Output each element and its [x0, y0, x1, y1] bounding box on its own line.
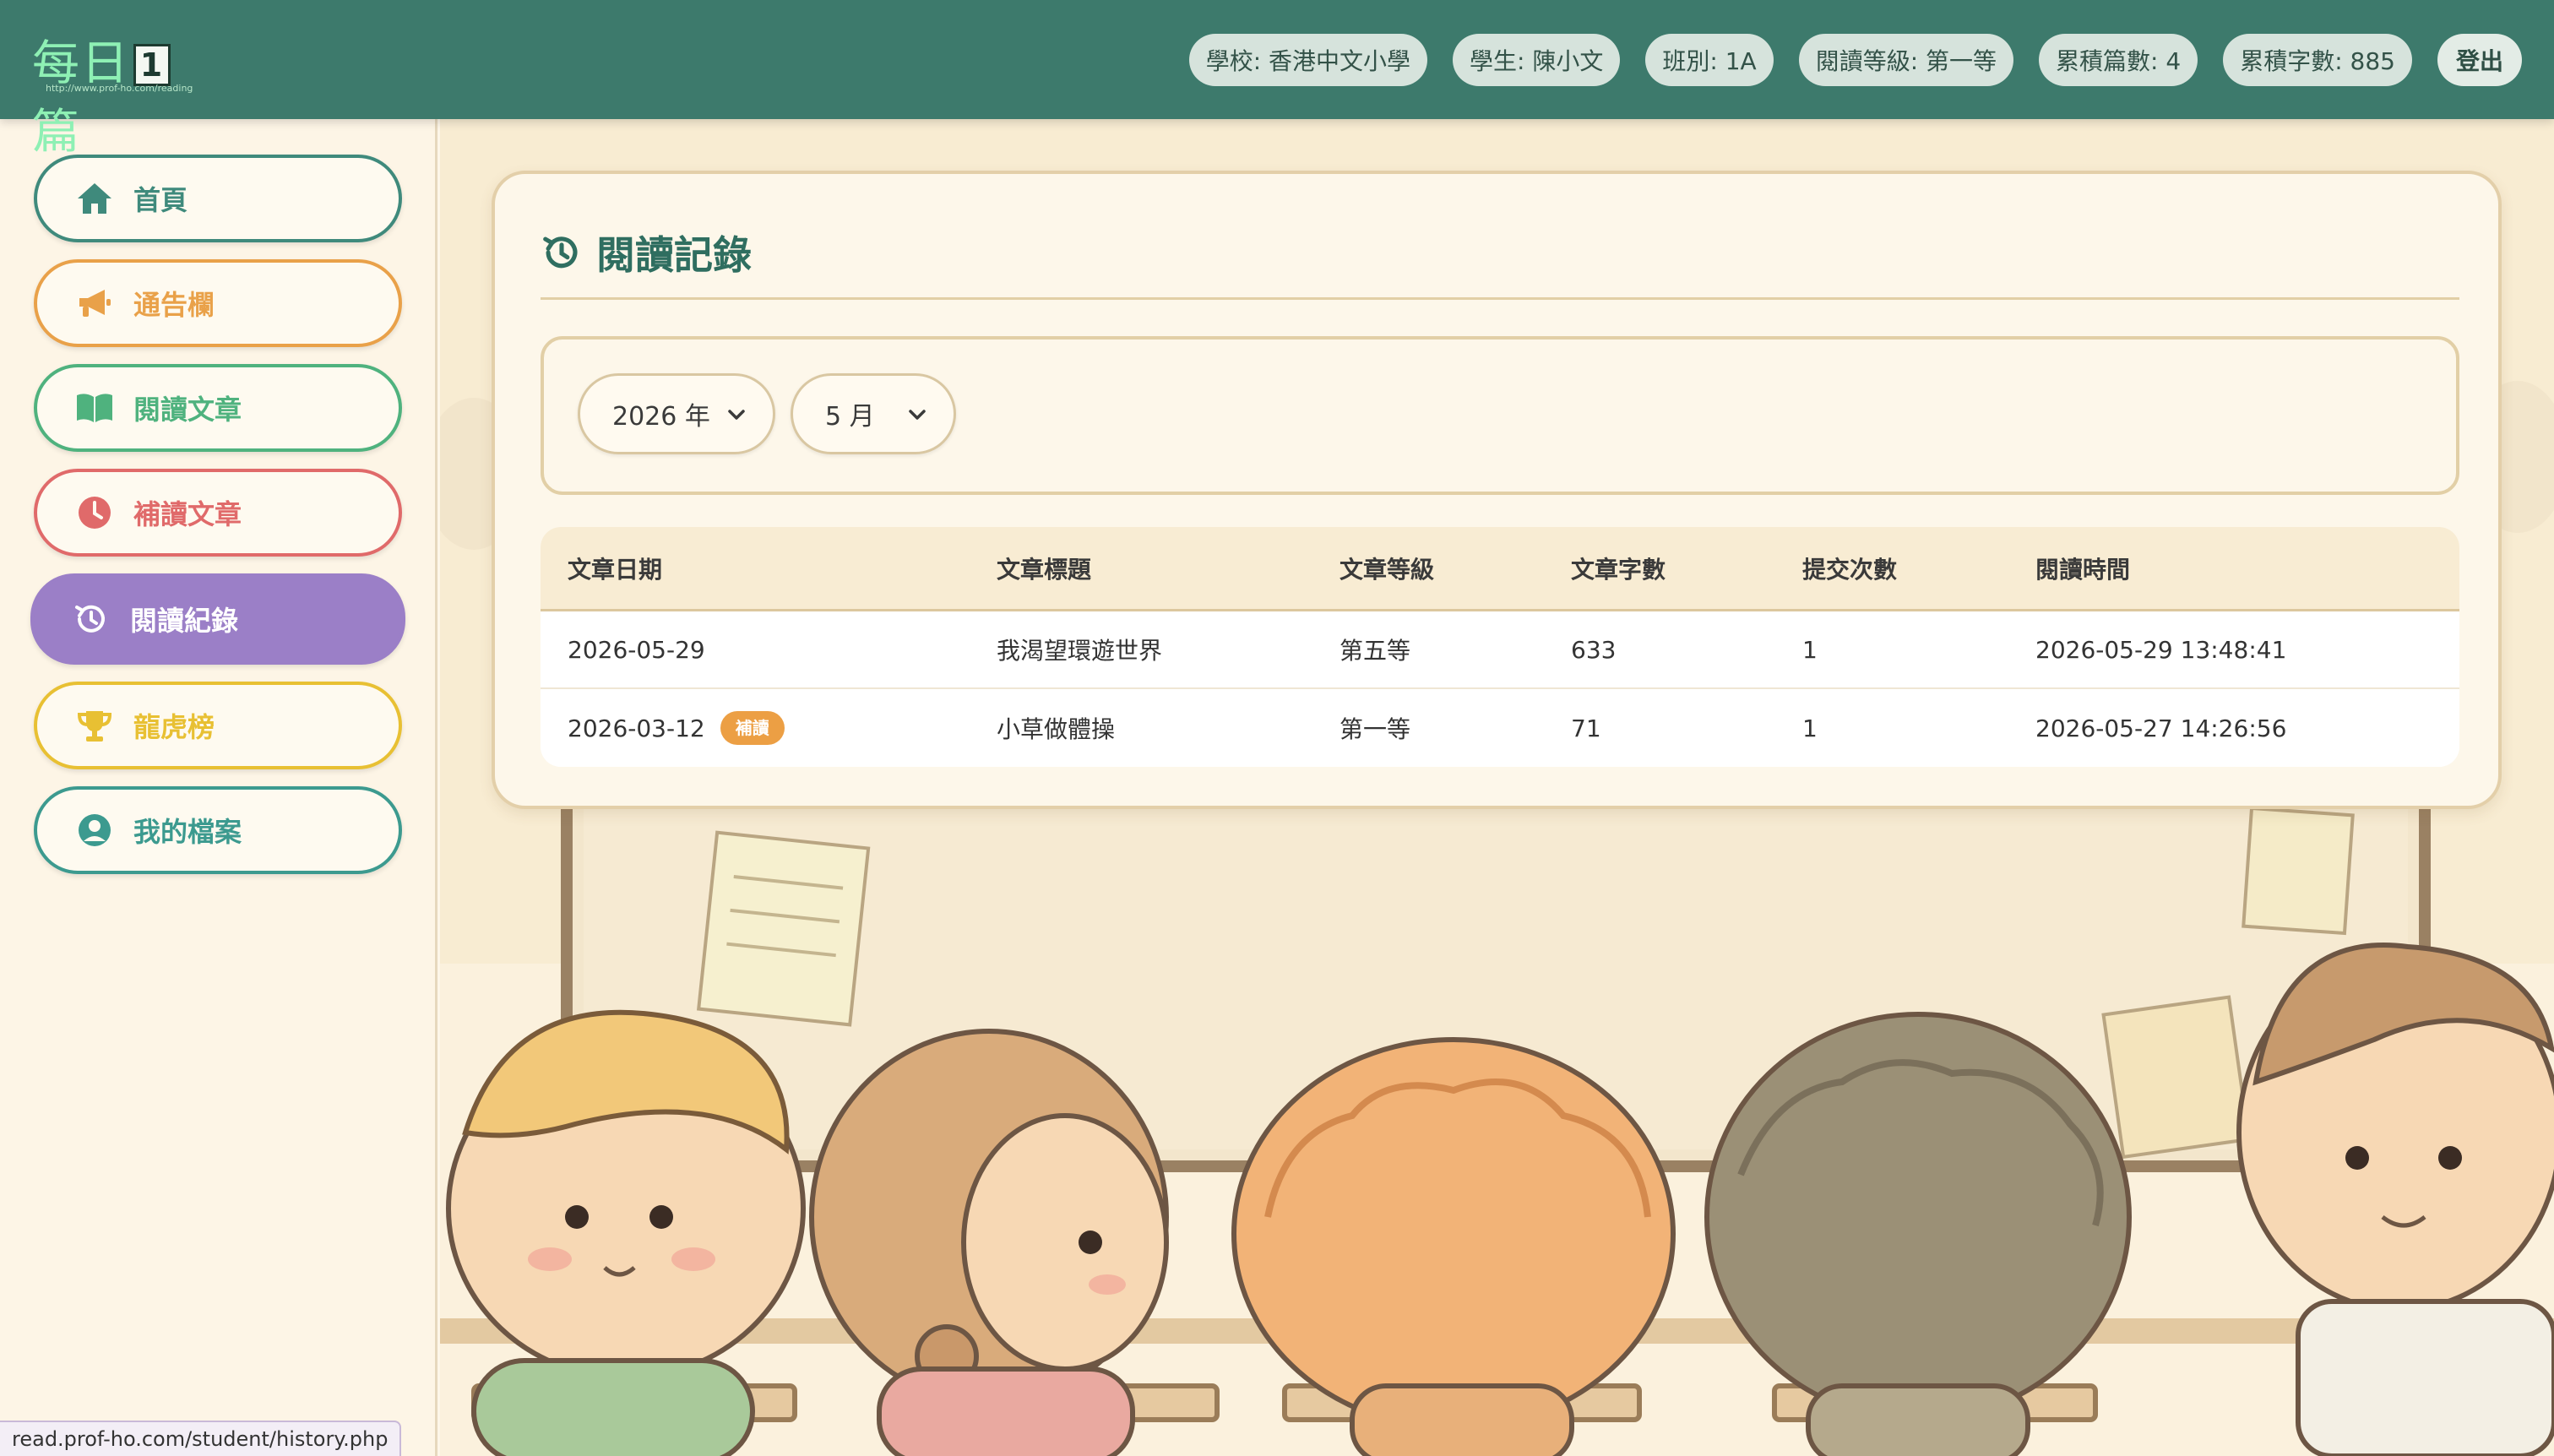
home-icon: [74, 178, 115, 219]
logo-text-right: 篇: [32, 105, 81, 160]
makeup-badge: 補讀: [720, 711, 785, 745]
cell-date: 2026-05-29: [568, 635, 705, 664]
school-pill: 學校: 香港中文小學: [1188, 34, 1428, 86]
cell-level: 第一等: [1339, 715, 1411, 743]
reading-history-card: 閱讀記錄 2026 年 5 月 文章日期 文章標題 文章等級 文章字數 提交次數…: [492, 171, 2502, 809]
column-header-date: 文章日期: [568, 555, 663, 584]
sidebar-item-notices[interactable]: 通告欄: [34, 259, 402, 347]
sidebar-item-makeup-reading[interactable]: 補讀文章: [34, 469, 402, 557]
cell-submits: 1: [1802, 635, 1818, 664]
word-count-pill: 累積字數: 885: [2223, 34, 2412, 86]
cell-read-time: 2026-05-27 14:26:56: [2035, 714, 2287, 742]
history-table: 文章日期 文章標題 文章等級 文章字數 提交次數 閱讀時間 2026-05-29…: [541, 527, 2459, 767]
sidebar-item-home[interactable]: 首頁: [34, 155, 402, 242]
top-header: 每日 1篇 http://www.prof-ho.com/reading 學校: …: [0, 0, 2554, 160]
sidebar-item-leaderboard[interactable]: 龍虎榜: [34, 682, 402, 769]
cell-submits: 1: [1802, 714, 1818, 742]
sidebar-nav: 首頁 通告欄 閱讀文章 補讀文章 閱讀紀錄 龍虎榜 我的檔案: [30, 155, 405, 891]
student-pill: 學生: 陳小文: [1453, 34, 1621, 86]
status-bar-url: read.prof-ho.com/student/history.php: [0, 1421, 402, 1456]
year-select[interactable]: 2026 年: [578, 373, 775, 454]
sidebar-item-label: 閱讀文章: [133, 394, 242, 426]
sidebar-item-reading-history[interactable]: 閱讀紀錄: [30, 573, 405, 665]
site-logo[interactable]: 每日 1篇 http://www.prof-ho.com/reading: [32, 22, 218, 160]
megaphone-icon: [74, 283, 115, 323]
cell-date-text: 2026-03-12: [568, 714, 705, 742]
sidebar-item-label: 閱讀紀錄: [130, 605, 239, 637]
sidebar-item-label: 龍虎榜: [133, 711, 215, 743]
column-header-submits: 提交次數: [1802, 555, 1898, 584]
sidebar-item-my-profile[interactable]: 我的檔案: [34, 786, 402, 874]
history-icon: [541, 231, 583, 274]
title-divider: [541, 297, 2459, 300]
cell-title: 小草做體操: [997, 715, 1116, 743]
cell-words: 71: [1571, 714, 1601, 742]
column-header-read-time: 閱讀時間: [2035, 555, 2131, 584]
article-count-pill: 累積篇數: 4: [2039, 34, 2198, 86]
sidebar-item-read-articles[interactable]: 閱讀文章: [34, 364, 402, 452]
chevron-down-icon: [725, 403, 747, 425]
logo-wordmark: 每日 1篇: [32, 25, 218, 162]
logo-number-box: 1: [133, 44, 171, 86]
month-select-value: 5 月: [825, 402, 875, 432]
cell-read-time: 2026-05-29 13:48:41: [2035, 635, 2287, 664]
reading-level-pill: 閱讀等級: 第一等: [1798, 34, 2014, 86]
cell-title: 我渴望環遊世界: [997, 637, 1163, 665]
clock-icon: [74, 492, 115, 533]
month-select[interactable]: 5 月: [791, 373, 956, 454]
page-title: 閱讀記錄: [541, 225, 752, 280]
table-row[interactable]: 2026-05-29 我渴望環遊世界 第五等 633 1 2026-05-29 …: [541, 611, 2459, 689]
cell-words: 633: [1571, 635, 1617, 664]
column-header-level: 文章等級: [1339, 555, 1435, 584]
sidebar-item-label: 補讀文章: [133, 498, 242, 530]
history-icon: [71, 599, 111, 639]
sidebar-item-label: 我的檔案: [133, 816, 242, 848]
book-icon: [74, 388, 115, 428]
sidebar-item-label: 首頁: [133, 184, 188, 216]
trophy-icon: [74, 705, 115, 746]
cell-date: 2026-03-12 補讀: [568, 689, 785, 767]
table-header: 文章日期 文章標題 文章等級 文章字數 提交次數 閱讀時間: [541, 527, 2459, 611]
filter-panel: 2026 年 5 月: [541, 336, 2459, 495]
cell-level: 第五等: [1339, 637, 1411, 665]
sidebar-item-label: 通告欄: [133, 289, 215, 321]
sidebar: 首頁 通告欄 閱讀文章 補讀文章 閱讀紀錄 龍虎榜 我的檔案: [0, 119, 437, 1456]
column-header-title: 文章標題: [997, 555, 1092, 584]
table-row[interactable]: 2026-03-12 補讀 小草做體操 第一等 71 1 2026-05-27 …: [541, 689, 2459, 767]
user-circle-icon: [74, 810, 115, 850]
user-info-bar: 學校: 香港中文小學 學生: 陳小文 班別: 1A 閱讀等級: 第一等 累積篇數…: [1188, 34, 2522, 86]
logo-url: http://www.prof-ho.com/reading: [46, 83, 193, 94]
year-select-value: 2026 年: [612, 402, 710, 432]
class-pill: 班別: 1A: [1645, 34, 1774, 86]
logout-button[interactable]: 登出: [2437, 34, 2522, 86]
page-title-text: 閱讀記錄: [596, 232, 752, 278]
column-header-words: 文章字數: [1571, 555, 1666, 584]
chevron-down-icon: [906, 403, 928, 425]
